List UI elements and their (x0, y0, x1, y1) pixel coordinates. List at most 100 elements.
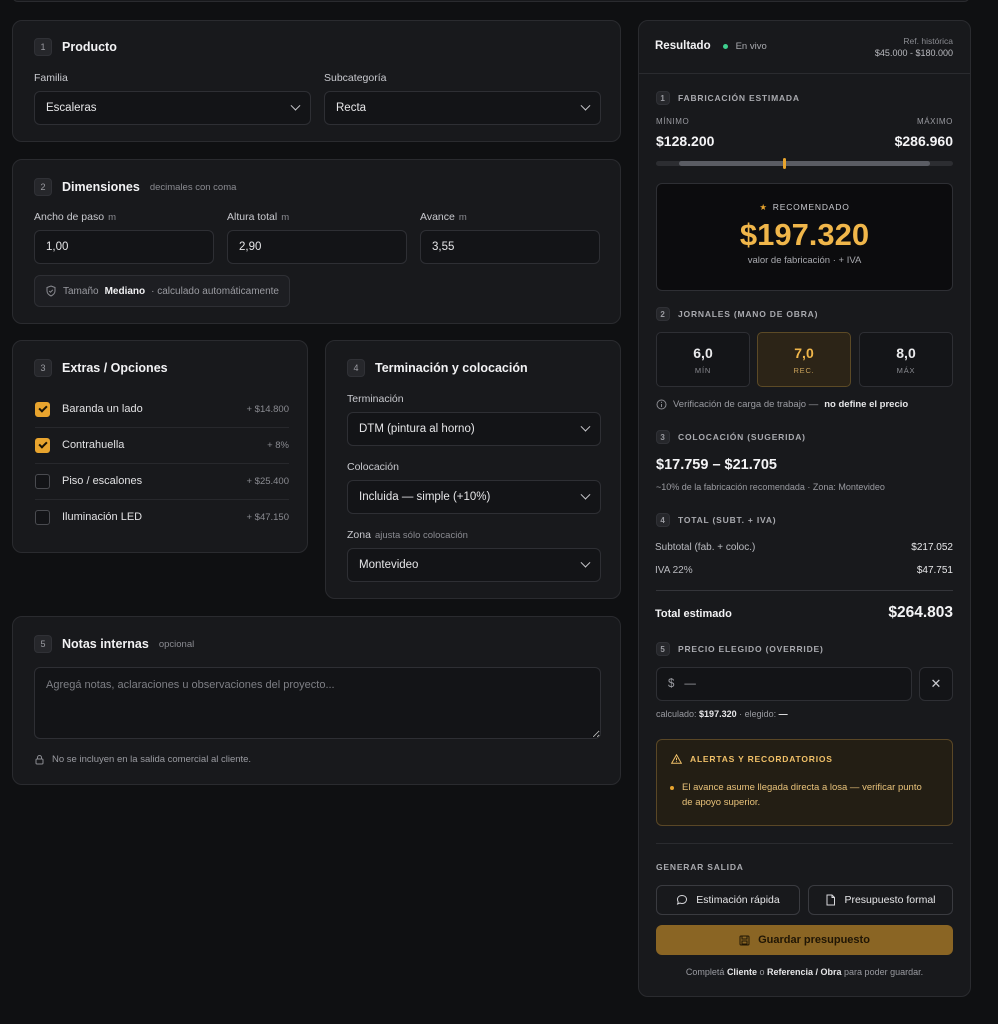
section-number: 5 (34, 635, 52, 653)
salida-label: GENERAR SALIDA (656, 862, 744, 872)
lock-icon (35, 755, 44, 765)
ref-historica: Ref. histórica $45.000 - $180.000 (875, 36, 953, 58)
star-icon: ★ (759, 202, 768, 212)
extras-card: 3 Extras / Opciones Baranda un lado + $1… (12, 340, 308, 553)
extra-option[interactable]: Iluminación LED + $47.150 (35, 499, 289, 535)
iva-row: IVA 22% $47.751 (655, 565, 953, 576)
recomendado-value: $197.320 (739, 217, 870, 252)
presupuesto-formal-button[interactable]: Presupuesto formal (808, 885, 953, 915)
section-hint: opcional (158, 638, 195, 650)
producto-header: 1 Producto (34, 38, 117, 56)
size-suffix: · calculado automáticamente (151, 285, 279, 297)
section-title: Terminación y colocación (375, 361, 528, 375)
recomendado-box: ★ RECOMENDADO $197.320 valor de fabricaci… (656, 183, 953, 291)
section-number: 1 (656, 91, 670, 105)
recomendado-sub: valor de fabricación · + IVA (747, 255, 862, 266)
notas-header: 5 Notas internas opcional (34, 635, 194, 653)
section-title: Extras / Opciones (62, 361, 168, 375)
notas-footer-text: No se incluyen en la salida comercial al… (52, 754, 252, 765)
notas-footer: No se incluyen en la salida comercial al… (34, 754, 251, 765)
section-number: 4 (656, 513, 670, 527)
info-icon (656, 399, 667, 410)
min-label: MÍNIMO (656, 117, 690, 126)
resultado-header: Resultado En vivo (655, 40, 767, 52)
jornales-label: 2 JORNALES (MANO DE OBRA) (656, 307, 818, 321)
section-number: 2 (34, 178, 52, 196)
colocacion-sub: ~10% de la fabricación recomendada · Zon… (656, 482, 885, 492)
extra-option[interactable]: Contrahuella + 8% (35, 427, 289, 463)
section-title: Producto (62, 40, 117, 54)
override-value: — (684, 678, 696, 690)
familia-value: Escaleras (46, 102, 97, 114)
section-number: 2 (656, 307, 670, 321)
terminacion-select[interactable]: DTM (pintura al horno) (347, 412, 601, 446)
document-icon (826, 894, 836, 906)
guardar-button[interactable]: Guardar presupuesto (656, 925, 953, 955)
save-icon (739, 935, 750, 945)
altura-input[interactable]: 2,90 (227, 230, 407, 264)
avance-input[interactable]: 3,55 (420, 230, 600, 264)
range-track (656, 158, 953, 169)
jornal-max-box[interactable]: 8,0 MÁX (859, 332, 953, 387)
extra-label: Piso / escalones (62, 475, 143, 487)
size-chip: Tamaño Mediano · calculado automáticamen… (34, 275, 290, 307)
subcategoria-select[interactable]: Recta (324, 91, 601, 125)
familia-select[interactable]: Escaleras (34, 91, 311, 125)
ancho-input[interactable]: 1,00 (34, 230, 214, 264)
extra-label: Iluminación LED (62, 511, 143, 523)
extra-option[interactable]: Piso / escalones + $25.400 (35, 463, 289, 499)
top-card-edge (12, 0, 970, 2)
terminacion-card: 4 Terminación y colocación Terminación D… (325, 340, 621, 599)
notes-textarea[interactable] (34, 667, 601, 739)
resultado-panel (638, 20, 971, 997)
live-dot-icon (722, 43, 728, 49)
alertas-box: ALERTAS Y RECORDATORIOS El avance asume … (656, 739, 953, 826)
colocacion-select[interactable]: Incluida — simple (+10%) (347, 480, 601, 514)
colocacion-result-label: 3 COLOCACIÓN (SUGERIDA) (656, 430, 806, 444)
section-title: Notas internas (62, 637, 149, 651)
max-value: $286.960 (894, 133, 953, 149)
dimensiones-card: 2 Dimensiones decimales con coma Ancho d… (12, 159, 621, 324)
terminacion-label: Terminación (347, 393, 404, 405)
currency-symbol: $ (668, 678, 675, 690)
size-prefix: Tamaño (63, 285, 99, 297)
checkbox-icon[interactable] (35, 473, 50, 489)
subtotal-row: Subtotal (fab. + coloc.) $217.052 (655, 542, 953, 553)
section-title: Dimensiones (62, 180, 140, 194)
override-input[interactable]: $ — (656, 667, 912, 701)
bullet-icon (670, 786, 674, 790)
checkbox-checked-icon[interactable] (35, 401, 50, 417)
chevron-down-icon (580, 421, 591, 432)
chevron-down-icon (580, 100, 591, 111)
jornales-note: Verificación de carga de trabajo — no def… (656, 399, 908, 410)
recomendado-label: ★ RECOMENDADO (759, 202, 850, 212)
total-row: Total estimado $264.803 (655, 604, 953, 621)
warning-icon (671, 754, 682, 764)
jornal-min-box[interactable]: 6,0 MÍN (656, 332, 750, 387)
ref-label: Ref. histórica (903, 36, 953, 46)
override-calc: calculado: $197.320 · elegido: — (656, 709, 788, 719)
zona-select[interactable]: Montevideo (347, 548, 601, 582)
extra-option[interactable]: Baranda un lado + $14.800 (35, 391, 289, 427)
min-value: $128.200 (656, 133, 715, 149)
resultado-title: Resultado (655, 40, 711, 52)
chevron-down-icon (580, 489, 591, 500)
avance-label: Avance m (420, 211, 467, 223)
alerta-item: El avance asume llegada directa a losa —… (670, 780, 930, 810)
extra-price: + $14.800 (246, 403, 289, 415)
estimacion-rapida-button[interactable]: Estimación rápida (656, 885, 800, 915)
extra-label: Contrahuella (62, 439, 125, 451)
chevron-down-icon (290, 100, 301, 111)
override-label: 5 PRECIO ELEGIDO (OVERRIDE) (656, 642, 824, 656)
subcategoria-label: Subcategoría (324, 72, 387, 84)
max-label: MÁXIMO (916, 117, 953, 126)
close-icon[interactable]: ✕ (919, 667, 953, 701)
zona-value: Montevideo (359, 559, 419, 571)
size-value: Mediano (104, 285, 146, 297)
checkbox-icon[interactable] (35, 509, 50, 525)
checkbox-checked-icon[interactable] (35, 437, 50, 453)
familia-label: Familia (34, 72, 68, 84)
chevron-down-icon (580, 557, 591, 568)
jornal-rec-box[interactable]: 7,0 REC. (757, 332, 851, 387)
shield-icon (46, 285, 56, 297)
